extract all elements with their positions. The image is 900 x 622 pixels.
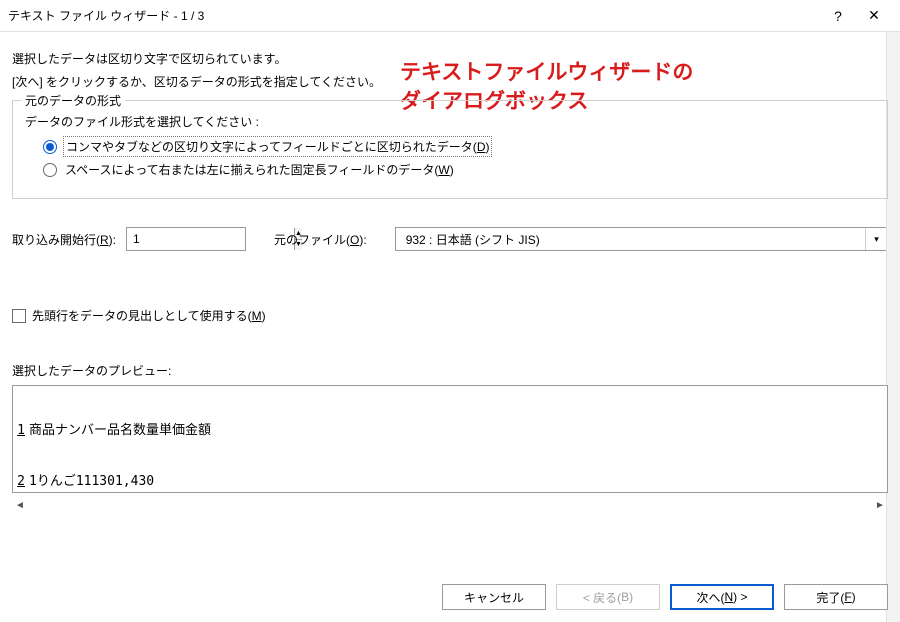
titlebar: テキスト ファイル ウィザード - 1 / 3 ? ✕ bbox=[0, 0, 900, 32]
dialog-content: 選択したデータは区切り文字で区切られています。 [次へ] をクリックするか、区切… bbox=[0, 32, 900, 513]
start-row-spinner[interactable]: ▲ ▼ bbox=[126, 227, 246, 251]
header-row-checkbox-label: 先頭行をデータの見出しとして使用する(M) bbox=[32, 307, 266, 324]
radio-fixed-width-label: スペースによって右または左に揃えられた固定長フィールドのデータ(W) bbox=[65, 161, 454, 178]
start-row-and-encoding: 取り込み開始行(R): ▲ ▼ 元のファイル(O): 932 : 日本語 (シフ… bbox=[12, 227, 888, 251]
window-title: テキスト ファイル ウィザード - 1 / 3 bbox=[8, 7, 820, 24]
scroll-left-icon[interactable]: ◄ bbox=[12, 497, 28, 513]
next-button[interactable]: 次へ(N) > bbox=[670, 584, 774, 610]
window-right-strip bbox=[886, 32, 900, 622]
dialog-footer: キャンセル < 戻る(B) 次へ(N) > 完了(F) bbox=[442, 584, 888, 610]
chevron-down-icon[interactable]: ▾ bbox=[865, 228, 887, 250]
encoding-value: 932 : 日本語 (シフト JIS) bbox=[396, 231, 865, 248]
encoding-label: 元のファイル(O): bbox=[274, 231, 367, 248]
preview-text: 1りんご111301,430 bbox=[27, 473, 154, 490]
close-icon[interactable]: ✕ bbox=[856, 2, 892, 30]
start-row-input[interactable] bbox=[127, 228, 294, 250]
preview-label: 選択したデータのプレビュー: bbox=[12, 362, 888, 379]
preview-gutter: 1 bbox=[13, 422, 27, 439]
intro-line-1: 選択したデータは区切り文字で区切られています。 bbox=[12, 50, 888, 67]
cancel-button[interactable]: キャンセル bbox=[442, 584, 546, 610]
help-icon[interactable]: ? bbox=[820, 2, 856, 30]
preview-inner: 1商品ナンバー品名数量単価金額 21りんご111301,430 32メロン545… bbox=[13, 386, 887, 493]
radio-delimited[interactable]: コンマやタブなどの区切り文字によってフィールドごとに区切られたデータ(D) bbox=[43, 138, 875, 155]
header-row-checkbox-box[interactable] bbox=[12, 309, 26, 323]
radio-delimited-indicator bbox=[43, 140, 57, 154]
preview-line: 1商品ナンバー品名数量単価金額 bbox=[13, 422, 887, 439]
group-legend: 元のデータの形式 bbox=[21, 92, 125, 109]
preview-box: 1商品ナンバー品名数量単価金額 21りんご111301,430 32メロン545… bbox=[12, 385, 888, 493]
preview-horizontal-scrollbar[interactable]: ◄ ► bbox=[12, 497, 888, 513]
data-format-group: 元のデータの形式 データのファイル形式を選択してください : コンマやタブなどの… bbox=[12, 100, 888, 199]
radio-delimited-label: コンマやタブなどの区切り文字によってフィールドごとに区切られたデータ(D) bbox=[65, 138, 490, 155]
preview-text: 商品ナンバー品名数量単価金額 bbox=[27, 422, 211, 439]
encoding-select[interactable]: 932 : 日本語 (シフト JIS) ▾ bbox=[395, 227, 888, 251]
radio-fixed-width[interactable]: スペースによって右または左に揃えられた固定長フィールドのデータ(W) bbox=[43, 161, 875, 178]
start-row-label: 取り込み開始行(R): bbox=[12, 231, 116, 248]
radio-fixed-width-indicator bbox=[43, 163, 57, 177]
finish-button[interactable]: 完了(F) bbox=[784, 584, 888, 610]
back-button: < 戻る(B) bbox=[556, 584, 660, 610]
preview-line: 21りんご111301,430 bbox=[13, 473, 887, 490]
intro-line-2: [次へ] をクリックするか、区切るデータの形式を指定してください。 bbox=[12, 73, 888, 90]
scroll-right-icon[interactable]: ► bbox=[872, 497, 888, 513]
preview-gutter: 2 bbox=[13, 473, 27, 490]
header-row-checkbox[interactable]: 先頭行をデータの見出しとして使用する(M) bbox=[12, 307, 888, 324]
group-instruction: データのファイル形式を選択してください : bbox=[25, 113, 875, 130]
